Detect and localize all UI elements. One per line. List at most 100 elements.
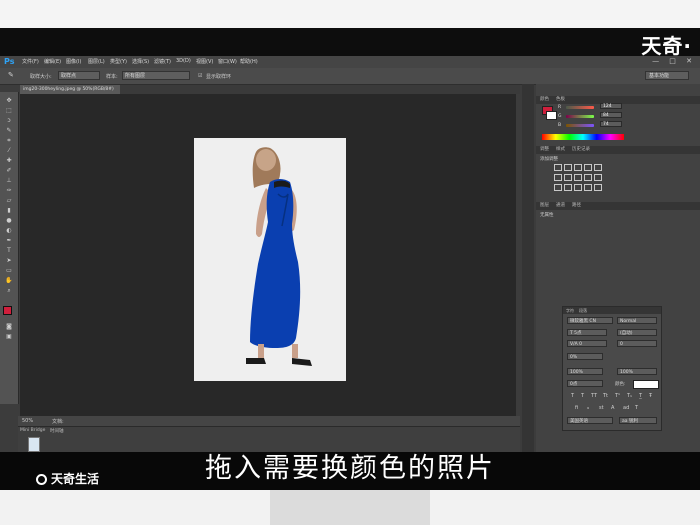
opentype-swash-button[interactable]: ℴ bbox=[587, 405, 589, 411]
vertical-scale-field[interactable]: 100% bbox=[567, 368, 603, 375]
subscript-button[interactable]: T₁ bbox=[627, 393, 632, 399]
baseline-field[interactable]: 0点 bbox=[567, 380, 603, 387]
opentype-alternates-button[interactable]: st bbox=[599, 405, 604, 411]
eraser-tool-icon[interactable]: ▱ bbox=[5, 198, 13, 204]
lasso-tool-icon[interactable]: ↄ bbox=[5, 118, 13, 124]
hand-tool-icon[interactable]: ✋ bbox=[5, 278, 13, 284]
menu-select[interactable]: 选择(S) bbox=[132, 58, 149, 65]
r-value[interactable]: 124 bbox=[600, 103, 622, 109]
document-tab[interactable]: img20-300heyling.jpeg @ 50%(RGB/8#) bbox=[20, 85, 120, 94]
black-white-icon[interactable] bbox=[574, 174, 582, 181]
screen-mode-icon[interactable]: ▣ bbox=[5, 334, 13, 340]
sample-select[interactable]: 所有图层 bbox=[122, 71, 190, 80]
g-slider[interactable] bbox=[566, 115, 594, 118]
gradient-map-icon[interactable] bbox=[584, 184, 592, 191]
workspace-select[interactable]: 基本功能 bbox=[645, 71, 689, 80]
g-value[interactable]: 84 bbox=[600, 112, 622, 118]
horizontal-scale-field[interactable]: 100% bbox=[617, 368, 657, 375]
superscript-button[interactable]: T¹ bbox=[615, 393, 620, 399]
menu-view[interactable]: 视图(V) bbox=[196, 58, 213, 65]
invert-icon[interactable] bbox=[554, 184, 562, 191]
strikethrough-button[interactable]: Ŧ bbox=[649, 393, 652, 399]
path-select-icon[interactable]: ➤ bbox=[5, 258, 13, 264]
channel-mixer-icon[interactable] bbox=[594, 174, 602, 181]
move-tool-icon[interactable]: ✥ bbox=[5, 98, 13, 104]
file-thumbnail-icon[interactable] bbox=[28, 437, 40, 452]
tab-character[interactable]: 字符 bbox=[566, 308, 574, 314]
opentype-ordinal-button[interactable]: A bbox=[611, 405, 614, 411]
r-slider[interactable] bbox=[566, 106, 594, 109]
tab-swatches[interactable]: 色板 bbox=[556, 96, 565, 104]
threshold-icon[interactable] bbox=[574, 184, 582, 191]
opentype-ligature-button[interactable]: fi bbox=[575, 405, 578, 411]
eyedropper-tool-icon[interactable]: ⁄ bbox=[5, 148, 13, 154]
faux-italic-button[interactable]: T bbox=[581, 393, 584, 399]
eyedropper-icon[interactable]: ✎ bbox=[8, 71, 14, 79]
menu-window[interactable]: 窗口(W) bbox=[218, 58, 237, 65]
healing-tool-icon[interactable]: ✚ bbox=[5, 158, 13, 164]
sample-size-select[interactable]: 取样点 bbox=[58, 71, 100, 80]
levels-icon[interactable] bbox=[564, 164, 572, 171]
tab-channels[interactable]: 通道 bbox=[556, 202, 565, 210]
quick-mask-icon[interactable]: ◙ bbox=[5, 324, 13, 330]
scale-field[interactable]: 0% bbox=[567, 353, 603, 360]
vibrance-icon[interactable] bbox=[594, 164, 602, 171]
quick-select-tool-icon[interactable]: ✎ bbox=[5, 128, 13, 134]
tab-paragraph[interactable]: 段落 bbox=[579, 308, 587, 314]
stamp-tool-icon[interactable]: ⊥ bbox=[5, 178, 13, 184]
b-slider[interactable] bbox=[566, 124, 594, 127]
all-caps-button[interactable]: TT bbox=[591, 393, 597, 399]
show-ring-checkbox[interactable]: ☑ bbox=[198, 73, 202, 79]
underline-button[interactable]: T̲ bbox=[639, 393, 642, 399]
mini-bridge-tab[interactable]: Mini Bridge bbox=[20, 428, 45, 433]
photo-filter-icon[interactable] bbox=[584, 174, 592, 181]
menu-image[interactable]: 图像(I) bbox=[66, 58, 81, 65]
tracking-field[interactable]: 0 bbox=[617, 340, 657, 347]
history-brush-icon[interactable]: ✑ bbox=[5, 188, 13, 194]
bg-color-chip[interactable] bbox=[546, 111, 557, 120]
hue-saturation-icon[interactable] bbox=[554, 174, 562, 181]
faux-bold-button[interactable]: T bbox=[571, 393, 574, 399]
document-photo[interactable] bbox=[194, 138, 346, 381]
tab-paths[interactable]: 路径 bbox=[572, 202, 581, 210]
tab-styles[interactable]: 样式 bbox=[556, 146, 565, 154]
shape-tool-icon[interactable]: ▭ bbox=[5, 268, 13, 274]
tab-adjustments[interactable]: 调整 bbox=[540, 146, 549, 154]
font-style-select[interactable]: Normal bbox=[617, 317, 657, 324]
menu-layer[interactable]: 图层(L) bbox=[88, 58, 105, 65]
brightness-icon[interactable] bbox=[554, 164, 562, 171]
kerning-field[interactable]: V/A 0 bbox=[567, 340, 607, 347]
opentype-titling-button[interactable]: T bbox=[635, 405, 638, 411]
tab-color[interactable]: 颜色 bbox=[540, 96, 549, 104]
language-select[interactable]: 美国英语 bbox=[567, 417, 613, 424]
menu-help[interactable]: 帮助(H) bbox=[240, 58, 258, 65]
antialias-select[interactable]: aa 锐利 bbox=[619, 417, 657, 424]
opentype-fraction-button[interactable]: ad bbox=[623, 405, 629, 411]
tab-layers[interactable]: 图层 bbox=[540, 202, 549, 210]
color-balance-icon[interactable] bbox=[564, 174, 572, 181]
dodge-tool-icon[interactable]: ◐ bbox=[5, 228, 13, 234]
exposure-icon[interactable] bbox=[584, 164, 592, 171]
menu-edit[interactable]: 编辑(E) bbox=[44, 58, 61, 65]
font-size-field[interactable]: T 5点 bbox=[567, 329, 607, 336]
tab-history[interactable]: 历史记录 bbox=[572, 146, 590, 154]
menu-3d[interactable]: 3D(D) bbox=[176, 58, 191, 64]
window-controls[interactable]: — □ ✕ bbox=[652, 57, 696, 65]
gradient-tool-icon[interactable]: ▮ bbox=[5, 208, 13, 214]
menu-filter[interactable]: 滤镜(T) bbox=[154, 58, 171, 65]
leading-field[interactable]: (自动) bbox=[617, 329, 657, 336]
crop-tool-icon[interactable]: ⌗ bbox=[5, 138, 13, 144]
timeline-tab[interactable]: 时间轴 bbox=[50, 428, 64, 434]
text-color-swatch[interactable] bbox=[633, 380, 659, 389]
font-family-select[interactable]: 微软雅黑 CN bbox=[567, 317, 613, 324]
color-spectrum[interactable] bbox=[542, 134, 624, 140]
selective-color-icon[interactable] bbox=[594, 184, 602, 191]
small-caps-button[interactable]: Tt bbox=[603, 393, 608, 399]
pen-tool-icon[interactable]: ✒ bbox=[5, 238, 13, 244]
b-value[interactable]: 74 bbox=[600, 121, 622, 127]
posterize-icon[interactable] bbox=[564, 184, 572, 191]
foreground-color-swatch[interactable] bbox=[3, 306, 12, 315]
marquee-tool-icon[interactable]: ⬚ bbox=[5, 108, 13, 114]
menu-type[interactable]: 类型(Y) bbox=[110, 58, 127, 65]
menu-file[interactable]: 文件(F) bbox=[22, 58, 39, 65]
